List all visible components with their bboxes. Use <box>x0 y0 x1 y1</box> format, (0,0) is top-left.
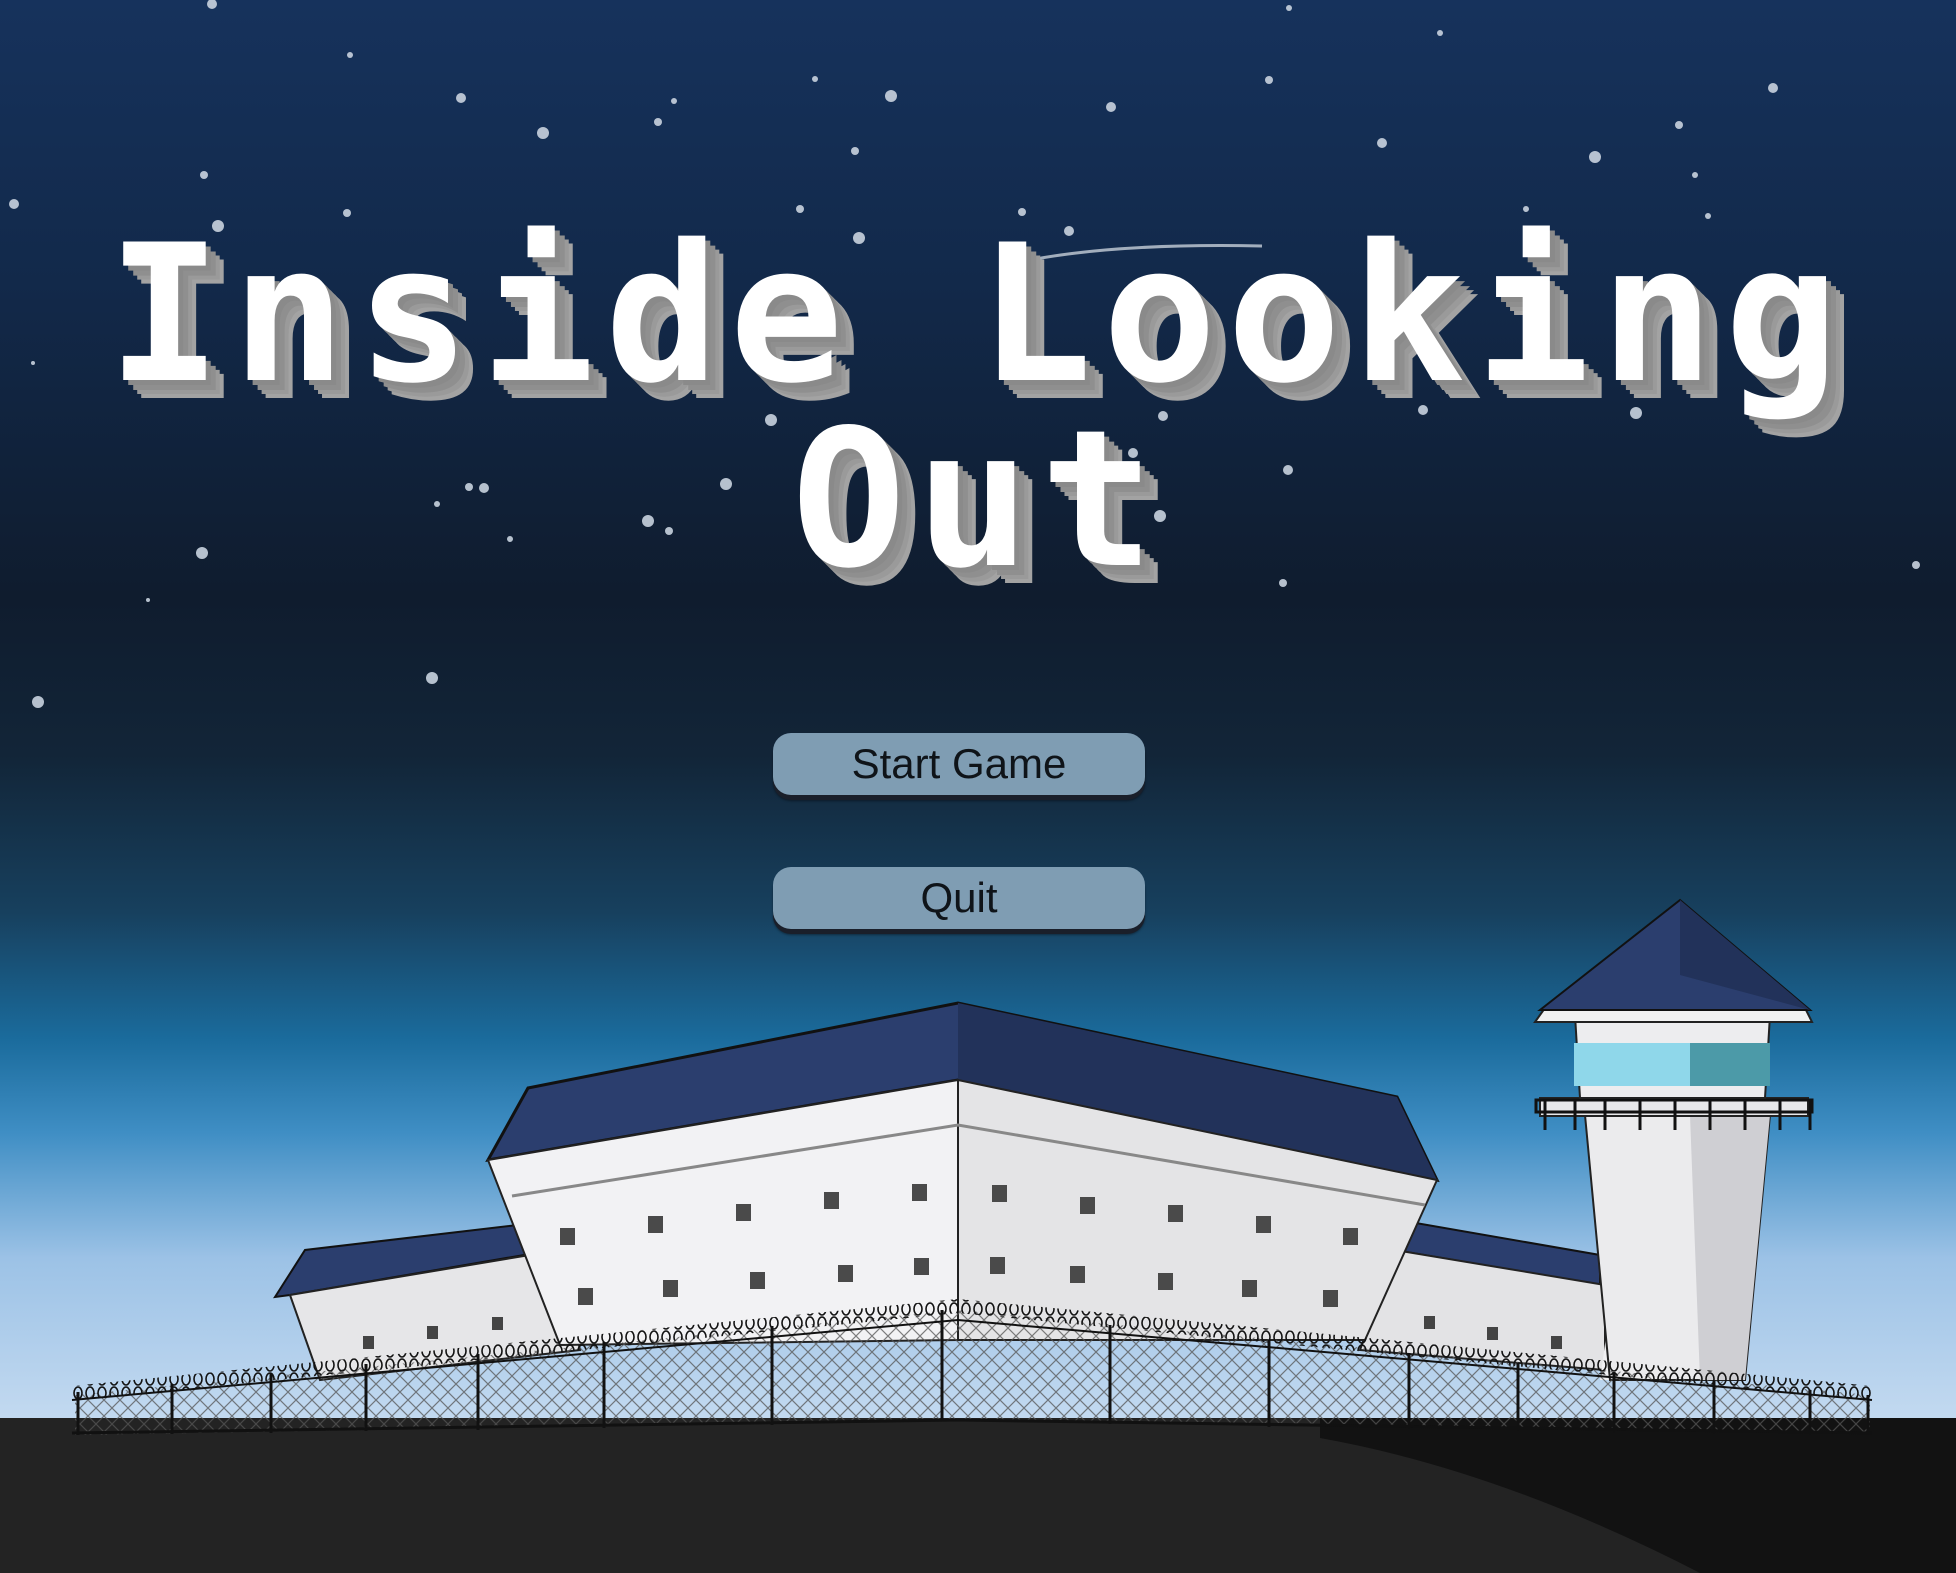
game-title-line1: Inside Looking <box>107 204 1849 425</box>
start-game-button[interactable]: Start Game <box>773 733 1145 795</box>
quit-button[interactable]: Quit <box>773 867 1145 929</box>
game-title-line2: Out <box>791 389 1165 610</box>
